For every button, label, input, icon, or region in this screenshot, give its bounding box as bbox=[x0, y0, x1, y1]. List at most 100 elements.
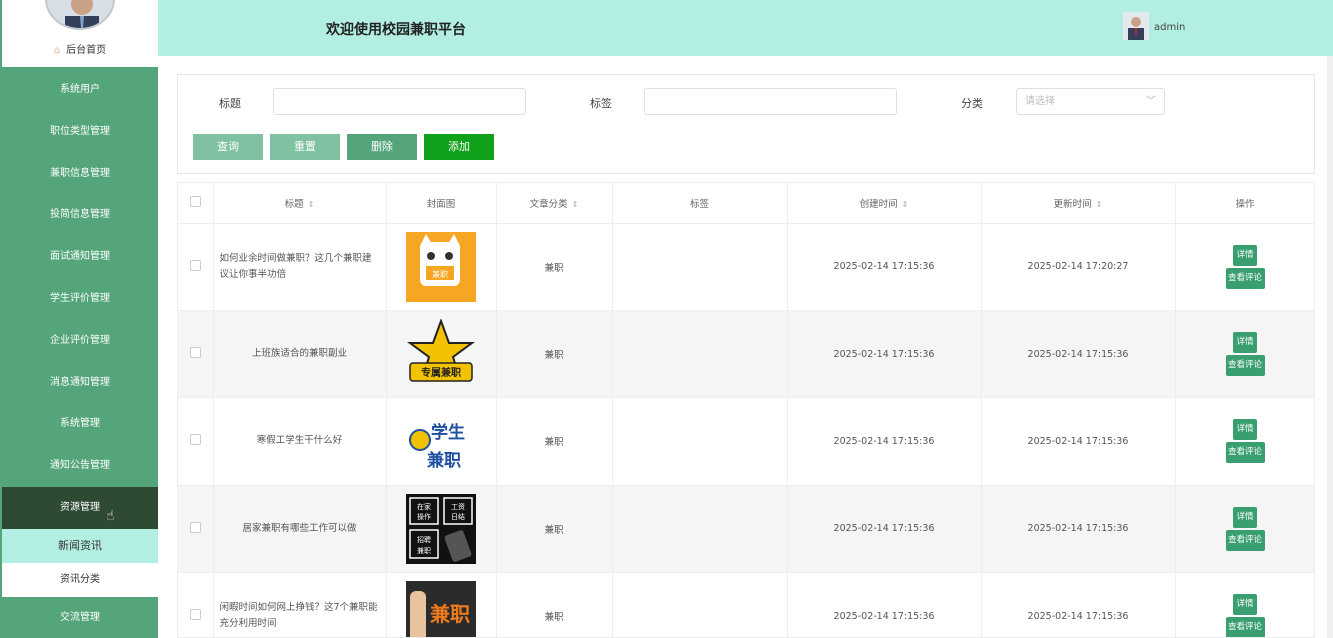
view-comments-button[interactable]: 查看评论 bbox=[1225, 617, 1265, 637]
news-table: 标题 ⇕ 封面图 文章分类 ⇕ 标签 创建时间 ⇕ 更新时间 ⇕ 操作 如何业余时间做兼… bbox=[177, 182, 1315, 638]
reset-button[interactable]: 重置 bbox=[270, 134, 340, 160]
chevron-down-icon: ﹀ bbox=[1146, 96, 1156, 107]
row-checkbox[interactable] bbox=[189, 347, 201, 359]
menu-item-job-types[interactable]: 职位类型管理 bbox=[2, 111, 158, 153]
top-header: 欢迎使用校园兼职平台 admin bbox=[158, 0, 1333, 56]
row-tags bbox=[612, 397, 788, 486]
mouse-cursor-icon: ☝ bbox=[106, 508, 115, 524]
row-category: 兼职 bbox=[496, 397, 613, 486]
menu-item-announcements[interactable]: 通知公告管理 bbox=[2, 445, 158, 487]
svg-text:兼职: 兼职 bbox=[427, 450, 461, 471]
row-created-time: 2025-02-14 17:15:36 bbox=[787, 572, 982, 637]
cover-image: 在家 操作 工资 日结 招聘 兼职 bbox=[406, 493, 476, 564]
menu-item-part-time-jobs[interactable]: 兼职信息管理 bbox=[2, 153, 158, 195]
row-category: 兼职 bbox=[496, 485, 613, 574]
menu-item-student-reviews[interactable]: 学生评价管理 bbox=[2, 278, 158, 320]
tag-filter-label: 标签 bbox=[590, 97, 612, 110]
menu-item-resume-submissions[interactable]: 投简信息管理 bbox=[2, 194, 158, 236]
column-header-tags: 标签 bbox=[612, 183, 788, 224]
cover-text: 兼职 bbox=[432, 269, 448, 279]
row-category: 兼职 bbox=[496, 223, 613, 311]
svg-text:操作: 操作 bbox=[417, 512, 431, 521]
row-checkbox[interactable] bbox=[189, 521, 201, 533]
sidebar-menu: 系统用户 职位类型管理 兼职信息管理 投简信息管理 面试通知管理 学生评价管理 … bbox=[2, 69, 158, 638]
select-all-checkbox[interactable] bbox=[189, 195, 201, 207]
delete-button[interactable]: 删除 bbox=[347, 134, 417, 160]
title-filter-input[interactable] bbox=[273, 88, 526, 115]
menu-item-company-reviews[interactable]: 企业评价管理 bbox=[2, 320, 158, 362]
cover-image: 兼职 bbox=[406, 581, 476, 637]
category-filter-label: 分类 bbox=[961, 97, 983, 110]
table-row: 闲暇时间如何网上挣钱？这7个兼职能充分利用时间 兼职 兼职 2025-02-14… bbox=[178, 572, 1314, 637]
row-category: 兼职 bbox=[496, 310, 613, 399]
page-title: 欢迎使用校园兼职平台 bbox=[326, 22, 466, 38]
query-button[interactable]: 查询 bbox=[193, 134, 263, 160]
row-updated-time: 2025-02-14 17:15:36 bbox=[981, 397, 1176, 486]
sort-icon: ⇕ bbox=[1095, 199, 1103, 209]
home-label: 后台首页 bbox=[66, 45, 107, 56]
row-created-time: 2025-02-14 17:15:36 bbox=[787, 397, 982, 486]
column-header-updated[interactable]: 更新时间 ⇕ bbox=[981, 183, 1176, 224]
row-created-time: 2025-02-14 17:15:36 bbox=[787, 485, 982, 574]
row-title: 居家兼职有哪些工作可以做 bbox=[213, 485, 387, 574]
menu-item-interview-notices[interactable]: 面试通知管理 bbox=[2, 236, 158, 278]
row-tags bbox=[612, 223, 788, 311]
cover-text: 专属兼职 bbox=[421, 366, 461, 379]
row-checkbox[interactable] bbox=[189, 434, 201, 446]
page-scrollbar[interactable] bbox=[1327, 56, 1333, 638]
column-header-created[interactable]: 创建时间 ⇕ bbox=[787, 183, 982, 224]
row-tags bbox=[612, 310, 788, 399]
column-header-category[interactable]: 文章分类 ⇕ bbox=[496, 183, 613, 224]
detail-button[interactable]: 详情 bbox=[1233, 332, 1257, 354]
table-row: 如何业余时间做兼职？这几个兼职建议让你事半功倍 兼职 兼职 2025-02-14… bbox=[178, 223, 1314, 311]
search-panel: 标题 标签 分类 请选择 ﹀ 查询 重置 删除 添加 bbox=[177, 74, 1315, 174]
category-select-placeholder: 请选择 bbox=[1025, 96, 1055, 107]
submenu-item-news[interactable]: 新闻资讯 bbox=[2, 528, 158, 563]
table-row: 寒假工学生干什么好 学生 兼职 兼职 2025-02-14 17:15:36 2… bbox=[178, 397, 1314, 486]
cover-image: 兼职 bbox=[406, 231, 476, 302]
submenu-item-news-categories[interactable]: 资讯分类 bbox=[2, 562, 158, 597]
sidebar: ⌂ 后台首页 系统用户 职位类型管理 兼职信息管理 投简信息管理 面试通知管理 学… bbox=[0, 0, 158, 638]
category-select[interactable]: 请选择 ﹀ bbox=[1016, 88, 1165, 115]
view-comments-button[interactable]: 查看评论 bbox=[1225, 442, 1265, 464]
detail-button[interactable]: 详情 bbox=[1233, 419, 1257, 441]
column-header-title[interactable]: 标题 ⇕ bbox=[213, 183, 387, 224]
detail-button[interactable]: 详情 bbox=[1233, 594, 1257, 616]
row-tags bbox=[612, 485, 788, 574]
view-comments-button[interactable]: 查看评论 bbox=[1225, 355, 1265, 377]
view-comments-button[interactable]: 查看评论 bbox=[1225, 267, 1265, 289]
table-row: 上班族适合的兼职副业 专属兼职 兼职 2025-02-14 17:15:36 2… bbox=[178, 310, 1314, 399]
menu-item-system-settings[interactable]: 系统管理 bbox=[2, 403, 158, 445]
menu-item-resources[interactable]: 资源管理 bbox=[2, 486, 158, 529]
select-all-cell bbox=[178, 183, 214, 224]
row-title: 寒假工学生干什么好 bbox=[213, 397, 387, 486]
cover-text: 兼职 bbox=[430, 602, 470, 626]
detail-button[interactable]: 详情 bbox=[1233, 506, 1257, 528]
detail-button[interactable]: 详情 bbox=[1233, 244, 1257, 266]
sort-icon: ⇕ bbox=[307, 199, 315, 209]
menu-item-system-users[interactable]: 系统用户 bbox=[2, 69, 158, 111]
column-header-cover: 封面图 bbox=[386, 183, 497, 224]
home-icon: ⌂ bbox=[53, 45, 61, 56]
svg-text:兼职: 兼职 bbox=[417, 546, 431, 555]
cover-image: 学生 兼职 bbox=[406, 406, 476, 477]
row-created-time: 2025-02-14 17:15:36 bbox=[787, 310, 982, 399]
sort-icon: ⇕ bbox=[901, 199, 909, 209]
title-filter-label: 标题 bbox=[219, 97, 241, 110]
svg-text:招聘: 招聘 bbox=[417, 535, 431, 544]
home-link[interactable]: ⌂ 后台首页 bbox=[2, 41, 158, 56]
menu-item-communication[interactable]: 交流管理 bbox=[2, 597, 158, 638]
row-checkbox[interactable] bbox=[189, 259, 201, 271]
menu-item-messages[interactable]: 消息通知管理 bbox=[2, 362, 158, 404]
add-button[interactable]: 添加 bbox=[424, 134, 494, 160]
row-category: 兼职 bbox=[496, 572, 613, 637]
admin-avatar bbox=[45, 0, 115, 30]
tag-filter-input[interactable] bbox=[644, 88, 897, 115]
row-checkbox[interactable] bbox=[189, 609, 201, 621]
svg-text:日结: 日结 bbox=[451, 512, 465, 521]
row-title: 上班族适合的兼职副业 bbox=[213, 310, 387, 399]
view-comments-button[interactable]: 查看评论 bbox=[1225, 529, 1265, 551]
user-avatar[interactable] bbox=[1123, 12, 1149, 40]
username[interactable]: admin bbox=[1154, 22, 1185, 33]
svg-text:工资: 工资 bbox=[451, 502, 465, 511]
